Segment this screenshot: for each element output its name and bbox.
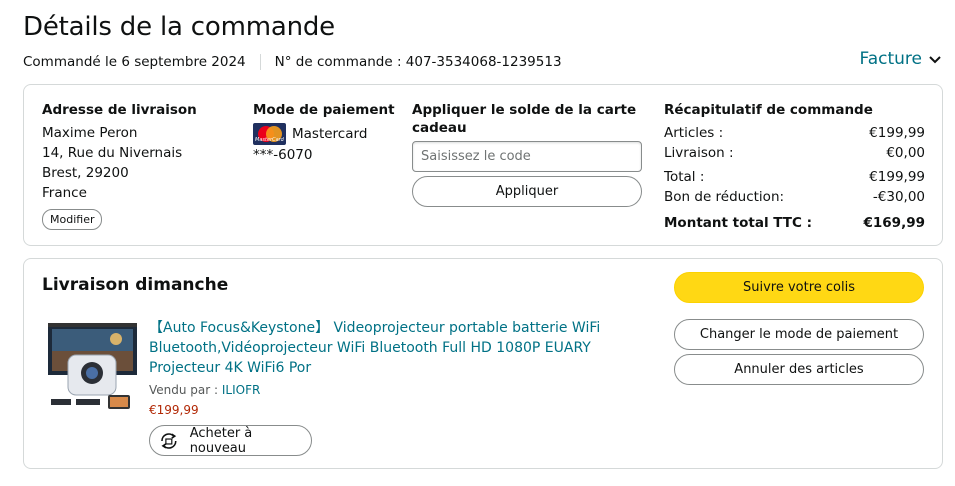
divider	[259, 54, 261, 70]
delivery-box: Livraison dimanche 【Auto Focus&Keystone】…	[23, 258, 943, 469]
seller-link[interactable]: ILIOFR	[222, 383, 260, 397]
card-number: ***-6070	[253, 147, 313, 163]
order-number: N° de commande : 407-3534068-1239513	[274, 54, 562, 70]
product-price: €199,99	[149, 403, 199, 417]
product-title-link[interactable]: 【Auto Focus&Keystone】 Videoprojecteur po…	[149, 318, 639, 378]
page-title: Détails de la commande	[23, 12, 335, 42]
chevron-down-icon	[929, 56, 941, 64]
apply-button[interactable]: Appliquer	[412, 176, 642, 207]
buy-again-button[interactable]: Acheter à nouveau	[149, 425, 312, 456]
gift-card: Appliquer le solde de la carte cadeau Ap…	[412, 101, 644, 207]
mastercard-logo-icon: MasterCard	[253, 123, 286, 145]
summary-row: Articles : €199,99	[664, 125, 925, 141]
shipping-country: France	[42, 185, 87, 201]
card-name: Mastercard	[292, 126, 368, 142]
track-package-button[interactable]: Suivre votre colis	[674, 272, 924, 303]
shipping-heading: Adresse de livraison	[42, 102, 197, 118]
summary-total: Montant total TTC : €169,99	[664, 215, 925, 231]
delivery-title: Livraison dimanche	[42, 275, 229, 295]
summary-row: Total : €199,99	[664, 169, 925, 185]
order-meta: Commandé le 6 septembre 2024 N° de comma…	[23, 54, 562, 70]
buy-again-icon	[161, 432, 177, 449]
seller-line: Vendu par : ILIOFR	[149, 383, 261, 397]
edit-address-button[interactable]: Modifier	[42, 209, 103, 230]
order-summary: Récapitulatif de commande Articles : €199…	[664, 101, 925, 233]
card-line: MasterCard Mastercard	[253, 123, 395, 145]
order-date: Commandé le 6 septembre 2024	[23, 54, 246, 70]
shipping-name: Maxime Peron	[42, 125, 138, 141]
gift-code-input[interactable]	[412, 141, 642, 172]
gift-heading: Appliquer le solde de la carte cadeau	[412, 102, 637, 136]
summary-heading: Récapitulatif de commande	[664, 102, 873, 118]
payment-method: Mode de paiement MasterCard Mastercard *…	[253, 101, 395, 165]
product-info: 【Auto Focus&Keystone】 Videoprojecteur po…	[149, 318, 639, 456]
cancel-items-button[interactable]: Annuler des articles	[674, 354, 924, 385]
order-info-box: Adresse de livraison Maxime Peron 14, Ru…	[23, 84, 943, 246]
shipping-street: 14, Rue du Nivernais	[42, 145, 183, 161]
shipping-address: Adresse de livraison Maxime Peron 14, Ru…	[42, 101, 197, 230]
summary-row: Livraison : €0,00	[664, 145, 925, 161]
invoice-dropdown[interactable]: Facture	[860, 49, 943, 69]
summary-row: Bon de réduction: -€30,00	[664, 189, 925, 205]
product-image[interactable]	[46, 321, 139, 411]
change-payment-button[interactable]: Changer le mode de paiement	[674, 319, 924, 350]
delivery-actions: Suivre votre colis Changer le mode de pa…	[674, 272, 924, 385]
invoice-label: Facture	[859, 49, 923, 69]
buy-again-label: Acheter à nouveau	[189, 425, 253, 456]
payment-heading: Mode de paiement	[253, 102, 395, 118]
shipping-city: Brest, 29200	[42, 165, 129, 181]
